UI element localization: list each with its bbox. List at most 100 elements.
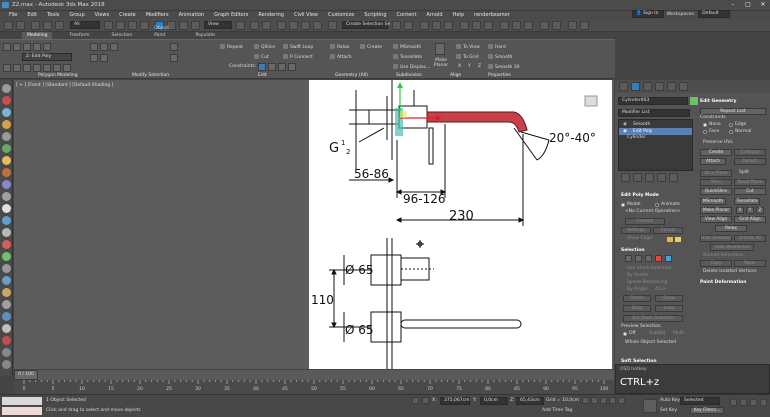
get-stack-selection-button[interactable]: Get Stack Selection — [623, 315, 683, 322]
placement-icon[interactable] — [191, 21, 200, 30]
use-stack-selection-label[interactable]: Use Stack Selection — [627, 266, 671, 272]
manipulate-icon[interactable] — [250, 21, 259, 30]
selection-filter-dropdown[interactable]: All — [70, 21, 100, 29]
layer-icon[interactable] — [2, 276, 11, 285]
split-label[interactable]: Split — [739, 170, 749, 176]
eye-icon[interactable]: ◉ — [623, 129, 627, 135]
render-production-icon[interactable] — [524, 21, 533, 30]
modifier-stack-dropdown[interactable]: 2: Edit Poly — [22, 53, 72, 61]
container-icon[interactable] — [2, 288, 11, 297]
cut-button[interactable]: Cut — [734, 188, 766, 195]
redo-icon[interactable] — [16, 21, 25, 30]
pin-stack-icon[interactable] — [23, 64, 31, 72]
motion-tab-icon[interactable] — [655, 82, 664, 91]
delete-isolated-label[interactable]: Delete Isolated Vertices — [703, 269, 756, 275]
quickslice-button[interactable]: QuickSlice — [700, 188, 732, 195]
ribbon-toggle-icon[interactable] — [444, 21, 453, 30]
pivot-center-icon[interactable] — [236, 21, 245, 30]
paste-button[interactable]: Paste — [734, 260, 766, 267]
object-name-field[interactable]: Cylinder003 — [618, 97, 688, 105]
scale-icon[interactable] — [179, 21, 188, 30]
stack-item-edit-poly-highlight[interactable] — [619, 128, 692, 135]
particle-icon[interactable] — [2, 180, 11, 189]
create-tab-icon[interactable] — [619, 82, 628, 91]
modify-sel-loop-icon[interactable] — [110, 43, 118, 51]
mirror-icon[interactable] — [392, 21, 401, 30]
view-align-button[interactable]: View Align — [700, 216, 732, 223]
cage-selected-color-swatch[interactable] — [675, 237, 681, 242]
smooth30-button[interactable]: Smooth 30 — [488, 64, 520, 71]
hide-selected-button[interactable]: Hide Selected — [700, 235, 732, 242]
create-button[interactable]: Create — [360, 44, 382, 51]
create-button[interactable]: Create — [700, 149, 732, 156]
scene-explorer-icon[interactable] — [2, 300, 11, 309]
element-mode-icon[interactable] — [43, 43, 51, 51]
grid-align-button[interactable]: Grid Align — [734, 216, 766, 223]
rect-selection-icon[interactable] — [128, 21, 137, 30]
make-planar-label[interactable]: Make Planar — [430, 58, 452, 68]
edge-mode-icon[interactable] — [13, 43, 21, 51]
group-properties[interactable]: Properties — [488, 73, 511, 78]
constraint-face-icon[interactable] — [278, 63, 286, 71]
shape-icon[interactable] — [2, 168, 11, 177]
go-to-start-icon[interactable] — [582, 397, 589, 404]
group-geometry[interactable]: Geometry (All) — [335, 73, 368, 78]
maxscript-output[interactable] — [2, 407, 42, 415]
project-icon[interactable] — [580, 21, 589, 30]
auto-key-button[interactable]: Auto Key — [660, 398, 680, 404]
preserve-uvs-label[interactable]: Preserve UVs — [703, 140, 733, 146]
preview-off-radio[interactable] — [623, 332, 627, 336]
stack-item-edit-poly[interactable]: Edit Poly — [633, 129, 652, 135]
selection-header[interactable]: Selection — [621, 248, 645, 254]
planar-x-button[interactable]: X — [736, 207, 744, 214]
collapse-button[interactable]: Collapse — [734, 149, 766, 156]
qslice-button[interactable]: QSlice — [254, 44, 275, 51]
render-cloud-icon[interactable] — [552, 21, 561, 30]
remove-modifier-icon[interactable] — [657, 173, 666, 182]
modify-sel-shrink-icon[interactable] — [100, 43, 108, 51]
window-crossing-icon[interactable] — [140, 21, 149, 30]
previous-frame-icon[interactable] — [591, 397, 598, 404]
display-icon[interactable] — [2, 228, 11, 237]
constraint-normal-icon[interactable] — [288, 63, 296, 71]
lock-selection-icon[interactable] — [412, 397, 419, 404]
commit-button[interactable]: Commit — [625, 218, 665, 225]
hard-button[interactable]: Hard — [488, 44, 506, 51]
stack-up-icon[interactable] — [3, 64, 11, 72]
material-icon[interactable] — [2, 204, 11, 213]
element-subobject-icon[interactable] — [665, 255, 672, 262]
orbit-icon[interactable] — [750, 399, 757, 406]
ignore-backfacing-label[interactable]: Ignore Backfacing — [627, 280, 667, 286]
select-object-icon[interactable] — [104, 21, 113, 30]
group-polygon-modeling[interactable]: Polygon Modeling — [38, 73, 78, 78]
animate-radio[interactable] — [655, 203, 659, 207]
polygon-mode-icon[interactable] — [33, 43, 41, 51]
toggle-command-panel-icon[interactable] — [53, 64, 61, 72]
by-vertex-label[interactable]: By Vertex — [627, 273, 649, 279]
preview-multi-label[interactable]: Multi — [673, 331, 684, 337]
planar-z-button[interactable]: Z — [756, 207, 764, 214]
cancel-button[interactable]: Cancel — [653, 227, 683, 234]
toggle-layer-explorer-icon[interactable] — [432, 21, 441, 30]
collapse-stack-icon[interactable] — [43, 64, 51, 72]
tab-selection[interactable]: Selection — [107, 32, 138, 39]
show-end-result-icon[interactable] — [33, 64, 41, 72]
tessellate-button[interactable]: Tessellate — [734, 198, 760, 205]
by-angle-value[interactable]: 45.0 — [655, 287, 665, 293]
copy-button[interactable]: Copy — [700, 260, 732, 267]
modify-sel-similar-icon[interactable] — [100, 54, 108, 62]
edit-geometry-header[interactable]: Edit Geometry — [700, 99, 736, 105]
viewport-label[interactable]: [ + ] [Front ] [Standard ] [Default Shad… — [16, 83, 113, 88]
percent-snap-icon[interactable] — [301, 21, 310, 30]
vertex-subobject-icon[interactable] — [625, 255, 632, 262]
relax-button[interactable]: Relax — [715, 225, 747, 232]
ring-button[interactable]: Ring — [623, 305, 651, 312]
toggle-scene-explorer-icon[interactable] — [420, 21, 429, 30]
transform-mode-icon[interactable] — [422, 397, 429, 404]
set-key-button[interactable]: Set Key — [660, 408, 677, 414]
minimize-icon[interactable]: – — [726, 1, 740, 9]
schematic-view-icon[interactable] — [472, 21, 481, 30]
reference-coord-dropdown[interactable]: View — [204, 21, 232, 29]
shrink-button[interactable]: Shrink — [623, 295, 651, 302]
time-slider-thumb[interactable]: 0 / 100 — [14, 370, 38, 380]
